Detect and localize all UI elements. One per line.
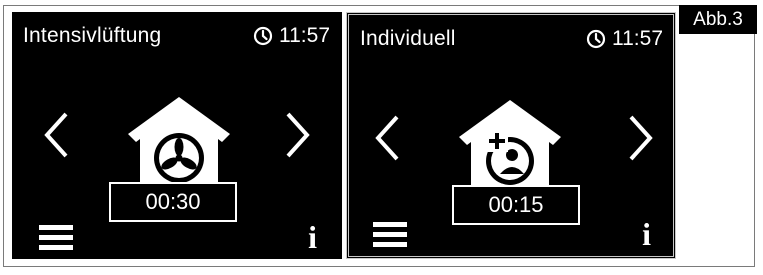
display-individual: Individuell 11:57 00:15 i bbox=[346, 12, 676, 259]
house-user-add-icon bbox=[459, 100, 561, 187]
clock-time: 11:57 bbox=[612, 27, 663, 50]
info-icon[interactable]: i bbox=[642, 218, 651, 250]
house-fan-icon bbox=[128, 97, 230, 184]
menu-icon[interactable] bbox=[373, 222, 407, 248]
clock-icon bbox=[586, 29, 606, 49]
timer-display[interactable]: 00:15 bbox=[452, 185, 580, 225]
clock: 11:57 bbox=[253, 24, 330, 48]
menu-icon[interactable] bbox=[39, 225, 73, 251]
mode-title: Intensivlüftung bbox=[23, 24, 162, 47]
chevron-right-icon[interactable] bbox=[284, 110, 312, 160]
clock-icon bbox=[253, 26, 273, 46]
clock-time: 11:57 bbox=[279, 24, 330, 47]
chevron-left-icon[interactable] bbox=[42, 110, 70, 160]
chevron-left-icon[interactable] bbox=[373, 113, 401, 163]
timer-display[interactable]: 00:30 bbox=[109, 182, 237, 222]
clock: 11:57 bbox=[586, 27, 663, 51]
figure-label: Abb.3 bbox=[679, 5, 757, 34]
info-icon[interactable]: i bbox=[308, 221, 317, 253]
display-intensive-ventilation: Intensivlüftung 11:57 00:30 i bbox=[12, 12, 342, 259]
chevron-right-icon[interactable] bbox=[627, 113, 655, 163]
mode-title: Individuell bbox=[360, 27, 456, 50]
